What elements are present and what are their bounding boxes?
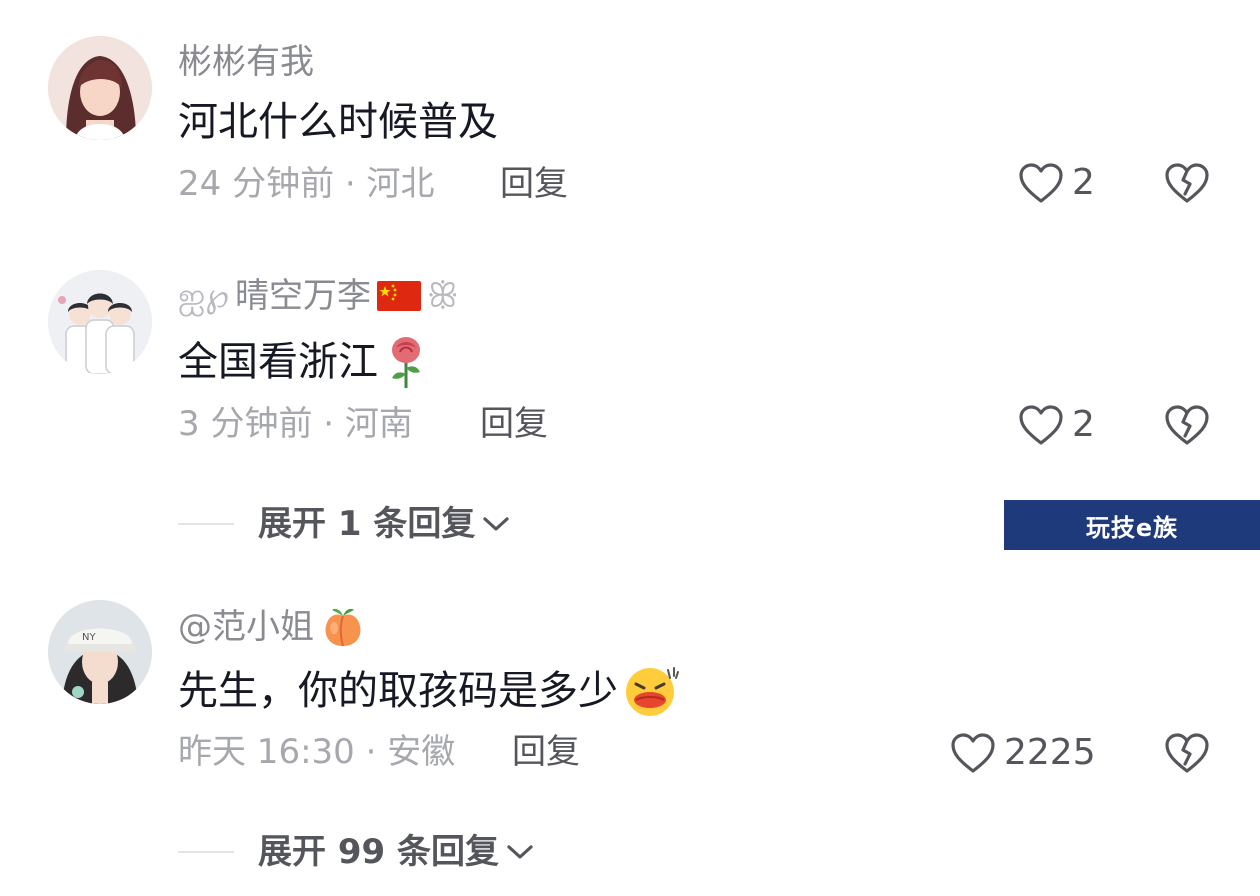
dislike-button[interactable] bbox=[1164, 732, 1210, 778]
avatar[interactable] bbox=[48, 270, 152, 374]
heart-icon bbox=[1019, 163, 1063, 203]
username-text: @范小姐 bbox=[178, 607, 314, 647]
like-count: 2225 bbox=[1004, 732, 1096, 773]
china-flag-icon bbox=[377, 281, 421, 311]
dislike-button[interactable] bbox=[1164, 162, 1210, 208]
comment-text-body: 河北什么时候普及 bbox=[178, 99, 498, 145]
like-count: 2 bbox=[1072, 162, 1095, 203]
expand-replies-button[interactable]: 展开 1 条回复 bbox=[178, 504, 511, 544]
comment-text: 先生，你的取孩码是多少 bbox=[178, 664, 682, 718]
username-decoration-right: ꕥ bbox=[427, 276, 459, 316]
comment-text: 全国看浙江 bbox=[178, 334, 428, 390]
comment-text: 河北什么时候普及 bbox=[178, 98, 498, 146]
expand-divider bbox=[178, 523, 234, 525]
avatar[interactable] bbox=[48, 36, 152, 140]
blushing-kiss-emoji-icon bbox=[626, 667, 679, 716]
rose-icon bbox=[392, 337, 420, 388]
user-avatar-image bbox=[48, 36, 152, 140]
broken-heart-icon bbox=[1165, 163, 1209, 203]
expand-replies-label: 展开 99 条回复 bbox=[258, 832, 499, 872]
heart-icon bbox=[951, 733, 995, 773]
user-avatar-image: NY bbox=[48, 600, 152, 704]
reply-button[interactable]: 回复 bbox=[500, 164, 568, 204]
chevron-down-icon bbox=[483, 517, 509, 531]
dislike-button[interactable] bbox=[1164, 404, 1210, 450]
expand-replies-button[interactable]: 展开 99 条回复 bbox=[178, 832, 535, 872]
comment-meta: 3 分钟前 · 河南 bbox=[178, 404, 413, 444]
avatar[interactable]: NY bbox=[48, 600, 152, 704]
like-button[interactable]: 2 bbox=[1018, 404, 1095, 446]
comment-text-body: 全国看浙江 bbox=[178, 339, 378, 385]
user-avatar-image bbox=[48, 270, 152, 374]
reply-button[interactable]: 回复 bbox=[480, 404, 548, 444]
username-text: 晴空万李 bbox=[235, 276, 371, 316]
comment-meta: 昨天 16:30 · 安徽 bbox=[178, 732, 456, 772]
comment-meta: 24 分钟前 · 河北 bbox=[178, 164, 435, 204]
broken-heart-icon bbox=[1165, 733, 1209, 773]
reply-button[interactable]: 回复 bbox=[512, 732, 580, 772]
broken-heart-icon bbox=[1165, 405, 1209, 445]
comment-text-body: 先生，你的取孩码是多少 bbox=[178, 668, 618, 714]
like-count: 2 bbox=[1072, 404, 1095, 445]
username-text: 彬彬有我 bbox=[178, 42, 314, 82]
expand-replies-label: 展开 1 条回复 bbox=[258, 504, 476, 544]
username[interactable]: 彬彬有我 bbox=[178, 42, 314, 82]
like-button[interactable]: 2 bbox=[1018, 162, 1095, 204]
svg-text:NY: NY bbox=[82, 632, 96, 643]
like-button[interactable]: 2225 bbox=[950, 732, 1096, 774]
username[interactable]: @范小姐 bbox=[178, 604, 366, 650]
expand-divider bbox=[178, 851, 234, 853]
username[interactable]: ஐ℘ 晴空万李 ꕥ bbox=[178, 276, 459, 316]
peach-icon bbox=[325, 608, 361, 647]
heart-icon bbox=[1019, 405, 1063, 445]
username-decoration-left: ஐ℘ bbox=[178, 276, 229, 316]
watermark-logo: 玩技e族 bbox=[1004, 500, 1260, 550]
chevron-down-icon bbox=[507, 845, 533, 859]
